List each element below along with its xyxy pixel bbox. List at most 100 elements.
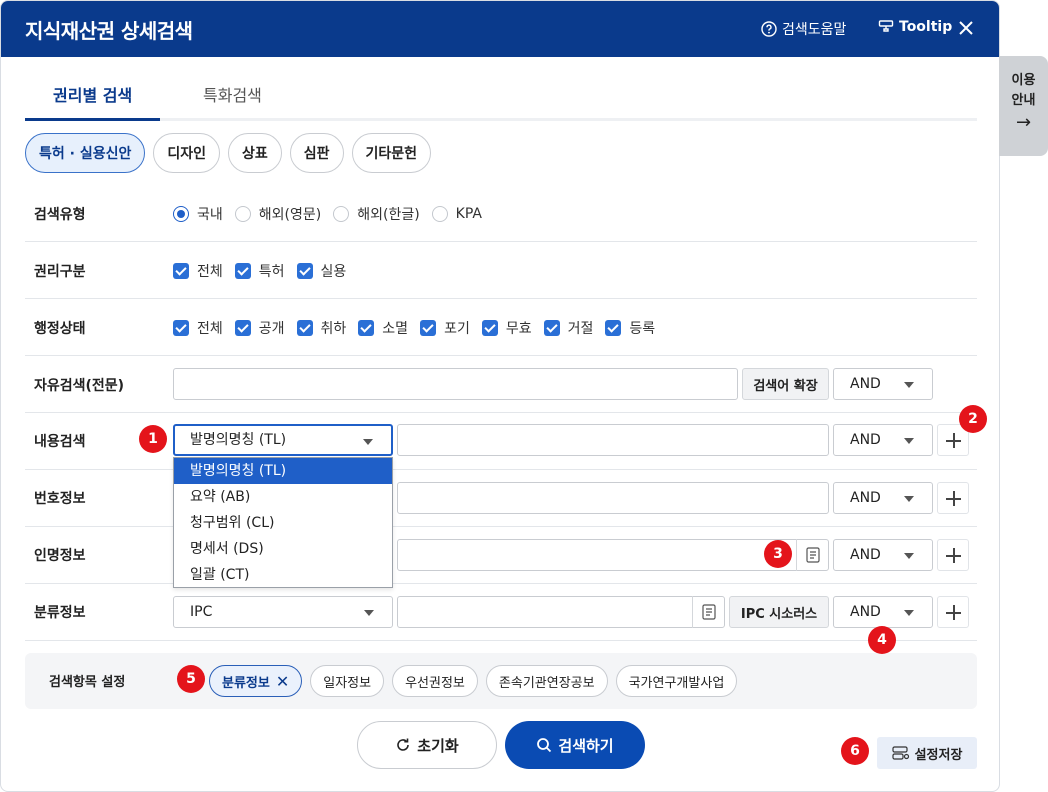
radio-label: 국내	[197, 207, 223, 223]
close-icon[interactable]: ✕	[276, 672, 289, 691]
rights-label: 권리구분	[34, 264, 86, 280]
close-icon[interactable]	[956, 18, 976, 38]
checkbox[interactable]	[296, 263, 313, 279]
radio-kpa[interactable]: KPA	[431, 206, 482, 222]
radio-foreign-ko[interactable]: 해외(한글)	[333, 204, 420, 224]
checkbox[interactable]	[481, 320, 498, 336]
document-list-icon[interactable]	[796, 539, 828, 571]
content-operator-select[interactable]: AND	[833, 424, 933, 456]
content-field-select[interactable]: 발명의명칭 (TL)	[173, 424, 393, 456]
annotation-badge-4: 4	[868, 626, 896, 654]
select-value: AND	[850, 376, 881, 392]
search-type-label: 검색유형	[34, 207, 86, 223]
caret-down-icon	[363, 439, 373, 445]
checkbox-label: 실용	[320, 264, 347, 280]
checkbox[interactable]	[234, 263, 251, 279]
chip-date-info[interactable]: 일자정보	[310, 665, 385, 697]
caret-down-icon	[904, 610, 914, 616]
dropdown-option-abstract[interactable]: 요약 (AB)	[174, 484, 392, 510]
tab-special-search[interactable]: 특화검색	[203, 82, 262, 106]
chip-priority-info[interactable]: 우선권정보	[392, 665, 478, 697]
search-modal: 지식재산권 상세검색 검색도움말 Tooltip 권리별 검색 특화검색 특허 …	[0, 0, 1000, 792]
class-info-label: 분류정보	[34, 605, 86, 621]
checkbox[interactable]	[234, 320, 251, 336]
free-search-input[interactable]	[173, 368, 738, 400]
class-operator-select[interactable]: AND	[833, 596, 933, 628]
add-row-button[interactable]	[937, 539, 969, 571]
checkbox[interactable]	[173, 320, 189, 336]
checkbox-status-public[interactable]: 공개	[234, 318, 285, 338]
select-value: 발명의명칭 (TL)	[190, 432, 287, 448]
caret-down-icon	[364, 610, 374, 616]
number-info-input[interactable]	[397, 482, 829, 514]
checkbox-status-abandoned[interactable]: 포기	[420, 318, 470, 338]
dropdown-option-all[interactable]: 일괄 (CT)	[174, 562, 392, 588]
radio-domestic[interactable]: 국내	[173, 204, 223, 224]
number-operator-select[interactable]: AND	[833, 482, 933, 514]
class-info-input[interactable]	[397, 596, 725, 628]
dropdown-option-claims[interactable]: 청구범위 (CL)	[174, 510, 392, 536]
usage-guide-tab[interactable]: 이용 안내 →	[999, 56, 1048, 156]
radio-foreign-en[interactable]: 해외(영문)	[234, 204, 321, 224]
chip-class-info[interactable]: 분류정보 ✕	[209, 665, 303, 697]
add-row-button[interactable]	[937, 596, 969, 628]
checkbox-rights-utility[interactable]: 실용	[296, 261, 347, 281]
content-search-label: 내용검색	[34, 434, 86, 450]
annotation-badge-6: 6	[841, 737, 869, 765]
dropdown-option-description[interactable]: 명세서 (DS)	[174, 536, 392, 562]
person-info-label: 인명정보	[34, 548, 86, 564]
checkbox[interactable]	[420, 320, 437, 336]
checkbox-label: 특허	[258, 264, 285, 280]
tab-rights-search[interactable]: 권리별 검색	[24, 82, 161, 121]
checkbox-status-registered[interactable]: 등록	[605, 318, 655, 338]
checkbox[interactable]	[605, 320, 622, 336]
dropdown-option-title[interactable]: 발명의명칭 (TL)	[174, 458, 392, 484]
radio-button[interactable]	[173, 206, 189, 222]
add-row-button[interactable]	[937, 482, 969, 514]
checkbox[interactable]	[358, 320, 375, 336]
save-settings-button[interactable]: 설정저장	[877, 737, 977, 769]
checkbox-status-invalid[interactable]: 무효	[481, 318, 532, 338]
tooltip-toggle[interactable]: Tooltip	[878, 19, 952, 35]
arrow-right-icon: →	[1015, 112, 1032, 133]
chip-national-rnd[interactable]: 국가연구개발사업	[615, 665, 738, 697]
checkbox[interactable]	[296, 320, 313, 336]
checkbox-label: 공개	[258, 321, 285, 337]
reset-button[interactable]: 초기화	[357, 721, 497, 769]
search-help-link[interactable]: 검색도움말	[761, 19, 846, 39]
document-list-icon[interactable]	[692, 596, 724, 628]
keyword-expand-button[interactable]: 검색어 확장	[742, 368, 829, 400]
free-search-operator-select[interactable]: AND	[833, 368, 933, 400]
rights-row: 권리구분 전체 특허 실용	[25, 242, 977, 299]
category-design[interactable]: 디자인	[153, 133, 220, 173]
ipc-thesaurus-button[interactable]: IPC 시소러스	[729, 596, 829, 628]
checkbox[interactable]	[543, 320, 560, 336]
annotation-badge-3: 3	[764, 540, 792, 568]
checkbox-rights-all[interactable]: 전체	[173, 261, 223, 281]
number-info-row: 번호정보 AND	[25, 470, 977, 527]
person-operator-select[interactable]: AND	[833, 539, 933, 571]
radio-button[interactable]	[234, 206, 251, 222]
category-trademark[interactable]: 상표	[228, 133, 282, 173]
radio-button[interactable]	[431, 206, 448, 222]
checkbox-status-extinct[interactable]: 소멸	[358, 318, 408, 338]
checkbox-status-rejected[interactable]: 거절	[543, 318, 594, 338]
checkbox-status-all[interactable]: 전체	[173, 318, 223, 338]
search-label: 검색하기	[558, 736, 614, 755]
category-patent[interactable]: 특허 · 실용신안	[25, 133, 146, 173]
category-other-docs[interactable]: 기타문헌	[351, 133, 432, 173]
radio-button[interactable]	[333, 206, 350, 222]
category-trial[interactable]: 심판	[289, 133, 344, 173]
checkbox-label: 거절	[567, 321, 594, 337]
search-button[interactable]: 검색하기	[505, 721, 645, 769]
free-search-label: 자유검색(전문)	[34, 378, 125, 394]
checkbox-status-withdrawn[interactable]: 취하	[296, 318, 346, 338]
class-field-select[interactable]: IPC	[173, 596, 393, 628]
chip-term-extension[interactable]: 존속기관연장공보	[485, 665, 608, 697]
content-search-input[interactable]	[397, 424, 829, 456]
usage-guide-line1: 이용	[1011, 73, 1036, 88]
checkbox-rights-patent[interactable]: 특허	[234, 261, 285, 281]
checkbox-label: 포기	[444, 321, 470, 337]
checkbox[interactable]	[173, 263, 189, 279]
select-value: IPC	[190, 604, 213, 620]
